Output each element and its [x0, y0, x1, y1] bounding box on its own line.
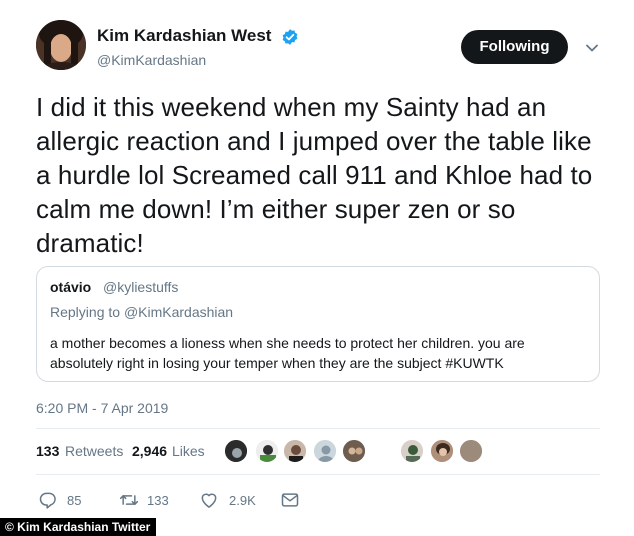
divider-bottom: [36, 474, 600, 475]
replying-to-prefix: Replying to: [50, 304, 121, 320]
liker-avatar-image: [431, 440, 453, 462]
quoted-author-handle[interactable]: @kyliestuffs: [103, 279, 178, 295]
liker-avatar[interactable]: [400, 439, 424, 463]
liker-avatar-image: [225, 440, 247, 462]
like-action-count[interactable]: 2.9K: [229, 493, 256, 508]
liker-avatar[interactable]: [313, 439, 337, 463]
message-icon[interactable]: [280, 490, 300, 510]
liker-avatar-image: [314, 440, 336, 462]
author-display-name[interactable]: Kim Kardashian West: [97, 26, 271, 46]
liker-avatar[interactable]: [342, 439, 366, 463]
liker-avatar-image: [401, 440, 423, 462]
tweet-card: Kim Kardashian West @KimKardashian Follo…: [0, 0, 634, 536]
reply-icon[interactable]: [38, 490, 58, 510]
author-avatar[interactable]: [36, 20, 86, 70]
liker-avatar-image: [460, 440, 482, 462]
tweet-text: I did it this weekend when my Sainty had…: [36, 92, 593, 258]
liker-avatar[interactable]: [459, 439, 483, 463]
author-handle[interactable]: @KimKardashian: [97, 52, 206, 68]
likes-count[interactable]: 2,946: [132, 443, 167, 459]
likes-label[interactable]: Likes: [172, 443, 205, 459]
liker-avatar-image: [256, 440, 278, 462]
replying-to-link[interactable]: @KimKardashian: [124, 304, 233, 320]
chevron-down-icon[interactable]: [584, 40, 600, 56]
liker-avatar[interactable]: [283, 439, 307, 463]
retweets-label[interactable]: Retweets: [65, 443, 123, 459]
retweet-action-count[interactable]: 133: [147, 493, 169, 508]
quoted-tweet-text: a mother becomes a lioness when she need…: [50, 335, 525, 371]
divider-top: [36, 428, 600, 429]
liker-avatar-image: [343, 440, 365, 462]
quoted-author-name[interactable]: otávio: [50, 279, 91, 295]
retweet-icon[interactable]: [119, 490, 139, 510]
author-avatar-image: [36, 20, 86, 70]
quoted-tweet[interactable]: otávio @kyliestuffs Replying to @KimKard…: [36, 266, 600, 382]
liker-avatar[interactable]: [255, 439, 279, 463]
liker-avatar-image: [284, 440, 306, 462]
reply-count[interactable]: 85: [67, 493, 81, 508]
tweet-timestamp[interactable]: 6:20 PM - 7 Apr 2019: [36, 400, 168, 416]
photo-credit: © Kim Kardashian Twitter: [0, 518, 157, 536]
following-button[interactable]: Following: [461, 30, 568, 64]
liker-avatar[interactable]: [430, 439, 454, 463]
liker-avatar[interactable]: [224, 439, 248, 463]
heart-icon[interactable]: [199, 490, 219, 510]
replying-to-line: Replying to @KimKardashian: [50, 304, 233, 320]
verified-badge-icon: [282, 29, 298, 45]
retweets-count[interactable]: 133: [36, 443, 59, 459]
